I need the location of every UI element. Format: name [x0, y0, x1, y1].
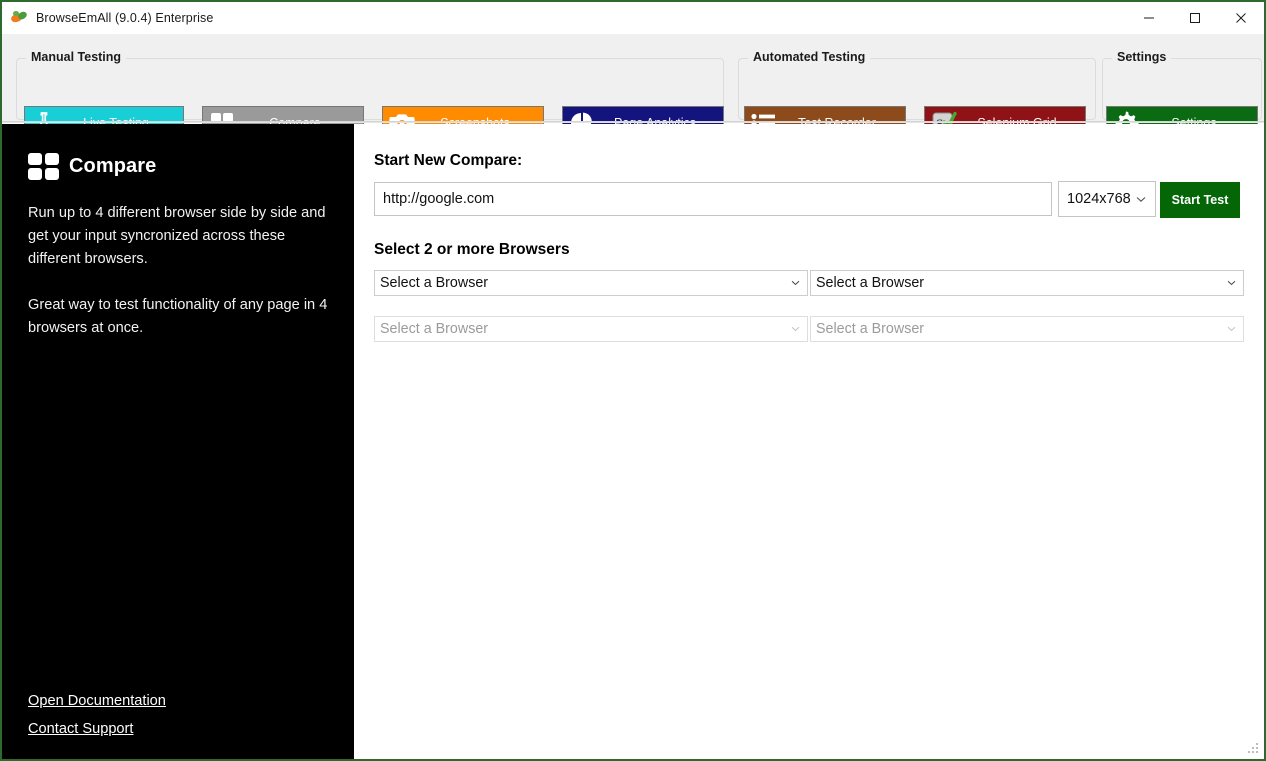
sidebar-title: Compare [69, 155, 157, 177]
chevron-down-icon [1227, 324, 1243, 335]
ribbon-toolbar: Manual Testing Live Testing Compare Scre… [2, 34, 1264, 140]
main-content: Start New Compare: 1024x768 Start Test S… [354, 124, 1264, 759]
minimize-icon[interactable] [1126, 2, 1172, 34]
window-title: BrowseEmAll (9.0.4) Enterprise [36, 11, 214, 25]
browser-select-1[interactable]: Select a Browser [374, 270, 808, 296]
resize-grip[interactable] [1246, 741, 1260, 755]
browser-select-4-value: Select a Browser [816, 321, 925, 337]
sidebar-links: Open Documentation Contact Support [28, 693, 166, 737]
close-icon[interactable] [1218, 2, 1264, 34]
maximize-icon[interactable] [1172, 2, 1218, 34]
chevron-down-icon [1227, 278, 1243, 289]
browser-select-1-value: Select a Browser [380, 275, 489, 291]
url-input[interactable] [374, 182, 1052, 216]
browser-select-4[interactable]: Select a Browser [810, 316, 1244, 342]
group-manual-testing-title: Manual Testing [26, 50, 127, 64]
grid-four-icon [28, 153, 59, 180]
chevron-down-icon [791, 324, 807, 335]
sidebar-panel: Compare Run up to 4 different browser si… [2, 124, 354, 759]
open-documentation-link[interactable]: Open Documentation [28, 693, 166, 709]
sidebar-paragraph-2: Great way to test functionality of any p… [28, 297, 328, 336]
sidebar-header: Compare [28, 153, 354, 180]
browser-select-3[interactable]: Select a Browser [374, 316, 808, 342]
ribbon-divider [2, 121, 1264, 123]
resolution-select-value: 1024x768 [1067, 191, 1131, 207]
group-settings-title: Settings [1112, 50, 1172, 64]
browser-select-2-value: Select a Browser [816, 275, 925, 291]
application-window: BrowseEmAll (9.0.4) Enterprise Manual Te… [0, 0, 1266, 761]
start-new-compare-title: Start New Compare: [374, 152, 523, 169]
resolution-select[interactable]: 1024x768 [1058, 181, 1156, 217]
browser-select-2[interactable]: Select a Browser [810, 270, 1244, 296]
chevron-down-icon [1136, 190, 1155, 208]
window-controls [1126, 2, 1264, 34]
browseemall-logo-icon [10, 10, 28, 26]
start-test-button[interactable]: Start Test [1160, 182, 1240, 218]
title-bar: BrowseEmAll (9.0.4) Enterprise [2, 2, 1264, 34]
contact-support-link[interactable]: Contact Support [28, 721, 133, 737]
chevron-down-icon [791, 278, 807, 289]
browser-select-3-value: Select a Browser [380, 321, 489, 337]
select-browsers-title: Select 2 or more Browsers [374, 241, 570, 258]
sidebar-paragraph-1: Run up to 4 different browser side by si… [28, 205, 326, 267]
group-automated-testing-title: Automated Testing [748, 50, 871, 64]
